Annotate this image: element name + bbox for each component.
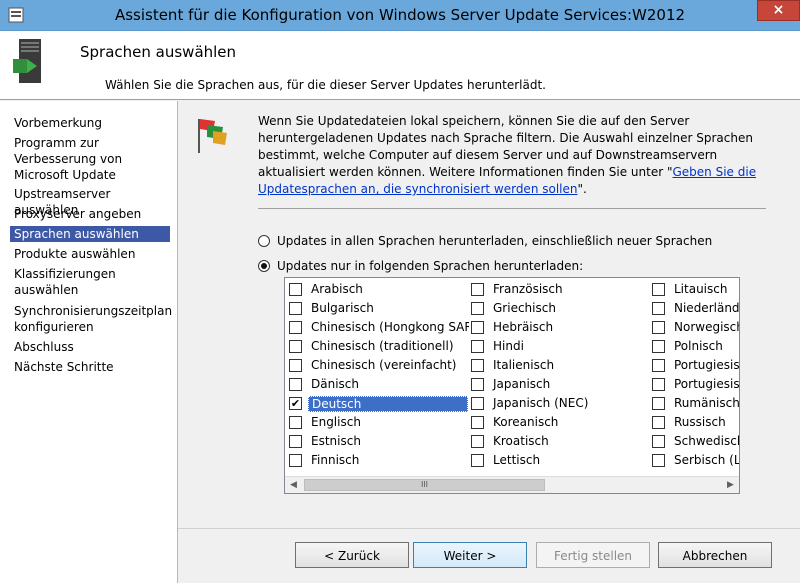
language-item[interactable]: Lettisch [471,451,646,470]
language-item[interactable]: Niederländi [652,299,739,318]
language-checkbox[interactable] [652,416,665,429]
language-item[interactable]: Chinesisch (Hongkong SAR) [289,318,469,337]
server-update-icon [13,39,41,83]
nav-item-next-steps[interactable]: Nächste Schritte [10,359,170,375]
language-item[interactable]: Arabisch [289,280,469,299]
language-checkbox[interactable] [471,302,484,315]
finish-button[interactable]: Fertig stellen [536,542,650,568]
wizard-header: Sprachen auswählen Wählen Sie die Sprach… [0,31,800,100]
nav-item-sync-schedule[interactable]: Synchronisierungszeitplan konfigurieren [10,303,172,335]
language-checkbox-checked[interactable]: ✔ [289,397,302,410]
language-checkbox[interactable] [289,416,302,429]
language-item[interactable]: Serbisch (La [652,451,739,470]
language-checkbox[interactable] [289,378,302,391]
language-item[interactable]: Portugiesis [652,375,739,394]
language-checkbox[interactable] [289,359,302,372]
window-title: Assistent für die Konfiguration von Wind… [114,6,686,24]
language-item[interactable]: Portugiesis [652,356,739,375]
nav-item-languages[interactable]: Sprachen auswählen [10,226,170,242]
language-item[interactable]: Koreanisch [471,413,646,432]
radio-selected-languages-circle[interactable] [258,260,270,272]
language-list[interactable]: Arabisch Bulgarisch Chinesisch (Hongkong… [284,277,740,494]
language-item[interactable]: Französisch [471,280,646,299]
language-checkbox[interactable] [471,454,484,467]
page-subtitle: Wählen Sie die Sprachen aus, für die die… [105,78,546,92]
language-checkbox[interactable] [289,435,302,448]
language-checkbox[interactable] [289,283,302,296]
language-item[interactable]: Chinesisch (vereinfacht) [289,356,469,375]
language-checkbox[interactable] [471,435,484,448]
language-item[interactable]: Polnisch [652,337,739,356]
language-item-selected[interactable]: ✔ Deutsch [289,394,471,413]
language-item[interactable]: Bulgarisch [289,299,469,318]
cancel-button[interactable]: Abbrechen [658,542,772,568]
language-item[interactable]: Hebräisch [471,318,646,337]
radio-selected-languages-label: Updates nur in folgenden Sprachen herunt… [277,259,584,273]
scroll-left-icon[interactable]: ◀ [285,477,302,493]
language-item[interactable]: Russisch [652,413,739,432]
language-flag-icon [198,119,227,153]
scrollbar-thumb[interactable]: III [304,479,545,491]
language-item[interactable]: Estnisch [289,432,469,451]
radio-all-languages-circle[interactable] [258,235,270,247]
horizontal-scrollbar[interactable]: ◀ III ▶ [285,476,739,493]
language-checkbox[interactable] [289,321,302,334]
language-item[interactable]: Japanisch [471,375,646,394]
footer-separator [178,528,800,529]
nav-item-products[interactable]: Produkte auswählen [10,246,170,262]
page-title: Sprachen auswählen [80,43,237,61]
intro-text: Wenn Sie Updatedateien lokal speichern, … [258,113,768,198]
language-checkbox[interactable] [652,378,665,391]
language-item[interactable]: Italienisch [471,356,646,375]
radio-selected-dot [261,263,267,269]
nav-item-finish[interactable]: Abschluss [10,339,170,355]
language-item[interactable]: Schwedisch [652,432,739,451]
language-checkbox[interactable] [652,340,665,353]
language-checkbox[interactable] [652,454,665,467]
language-item[interactable]: Dänisch [289,375,469,394]
language-item[interactable]: Rumänisch [652,394,739,413]
language-checkbox[interactable] [471,397,484,410]
intro-suffix: ". [577,182,587,196]
radio-all-languages-label: Updates in allen Sprachen herunterladen,… [277,234,713,248]
language-checkbox[interactable] [471,283,484,296]
nav-item-vorbemerkung[interactable]: Vorbemerkung [10,115,170,131]
language-item[interactable]: Norwegisch [652,318,739,337]
language-checkbox[interactable] [289,340,302,353]
language-item[interactable]: Finnisch [289,451,469,470]
language-checkbox[interactable] [652,283,665,296]
language-checkbox[interactable] [652,435,665,448]
language-item[interactable]: Griechisch [471,299,646,318]
language-checkbox[interactable] [652,397,665,410]
language-checkbox[interactable] [471,340,484,353]
language-checkbox[interactable] [289,454,302,467]
language-checkbox[interactable] [471,359,484,372]
language-checkbox[interactable] [652,302,665,315]
language-checkbox[interactable] [471,321,484,334]
title-bar: Assistent für die Konfiguration von Wind… [0,0,800,31]
language-checkbox[interactable] [652,359,665,372]
language-checkbox[interactable] [652,321,665,334]
language-item[interactable]: Japanisch (NEC) [471,394,646,413]
language-checkbox[interactable] [289,302,302,315]
next-button[interactable]: Weiter > [413,542,527,568]
nav-item-improvement-program[interactable]: Programm zur Verbesserung von Microsoft … [10,135,170,183]
scroll-right-icon[interactable]: ▶ [722,477,739,493]
language-item[interactable]: Litauisch [652,280,739,299]
language-item[interactable]: Englisch [289,413,469,432]
back-button[interactable]: < Zurück [295,542,409,568]
language-item[interactable]: Hindi [471,337,646,356]
language-item[interactable]: Chinesisch (traditionell) [289,337,469,356]
language-checkbox[interactable] [471,378,484,391]
wizard-steps-nav: Vorbemerkung Programm zur Verbesserung v… [0,101,178,583]
nav-item-classifications[interactable]: Klassifizierungen auswählen [10,266,170,298]
language-item[interactable]: Kroatisch [471,432,646,451]
language-checkbox[interactable] [471,416,484,429]
separator [258,208,766,209]
nav-item-proxy-server[interactable]: Proxyserver angeben [10,206,170,222]
close-button[interactable]: × [757,0,800,21]
